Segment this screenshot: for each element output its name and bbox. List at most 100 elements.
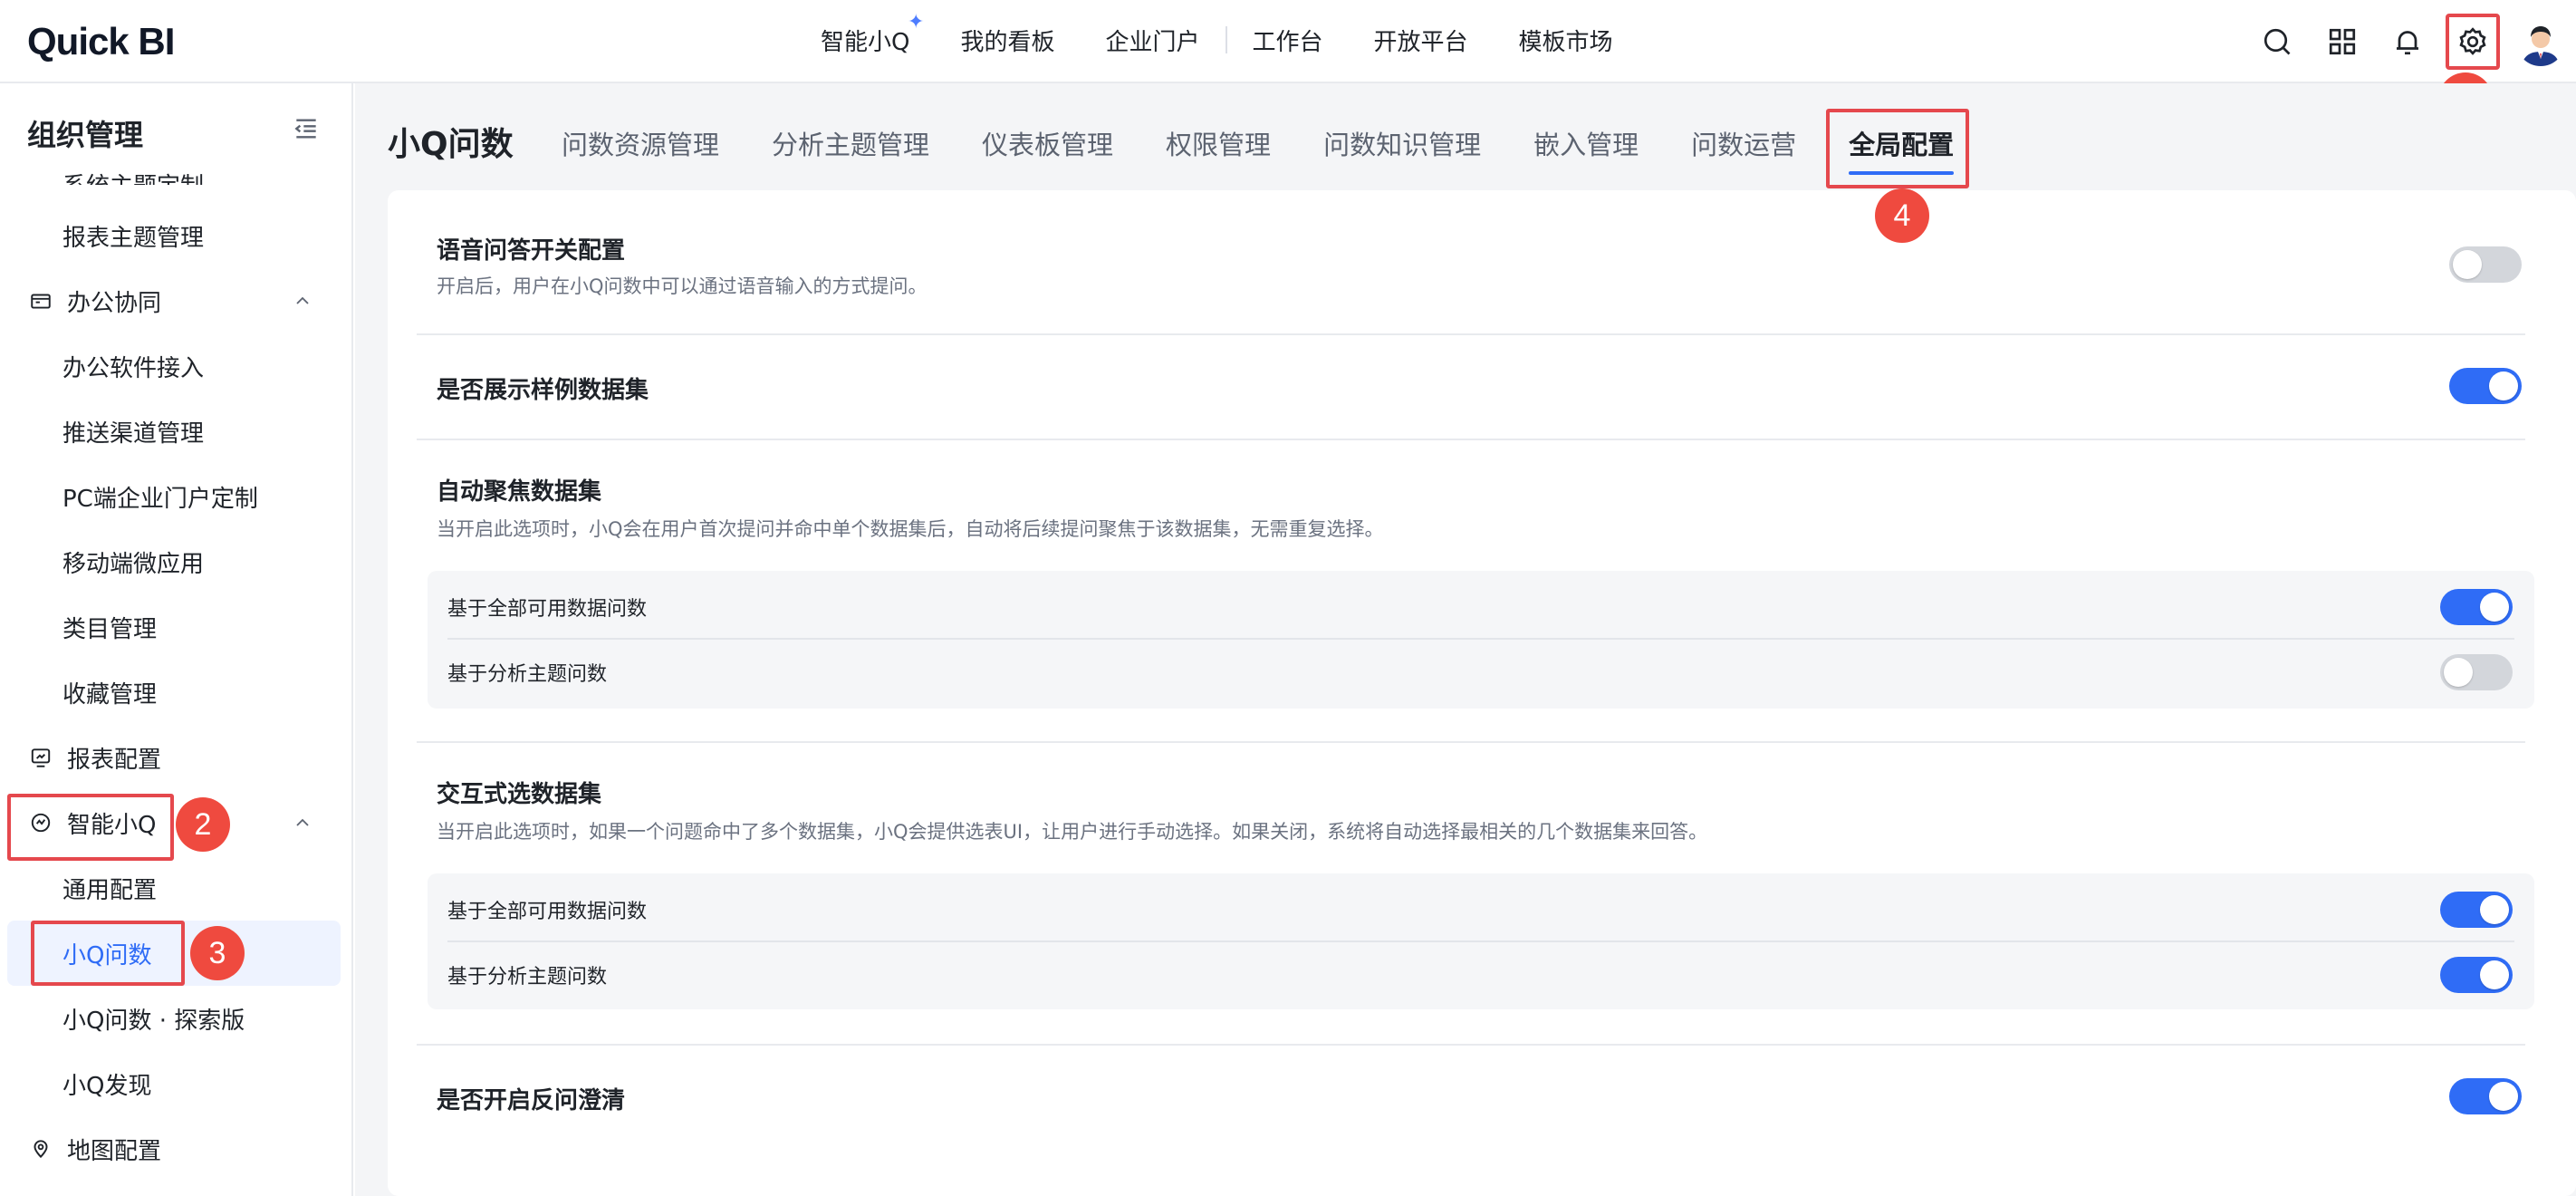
chevron-up-icon[interactable] bbox=[292, 812, 313, 834]
setting-title-auto-focus: 自动聚焦数据集 bbox=[437, 478, 602, 506]
sidebar-item-system-theme[interactable]: 系统主题定制 bbox=[0, 149, 351, 185]
sidebar-item-label: 智能小Q bbox=[67, 811, 157, 839]
page-title: 小Q问数 bbox=[388, 126, 514, 163]
setting-title-sample: 是否展示样例数据集 bbox=[437, 377, 649, 404]
option-label: 基于全部可用数据问数 bbox=[447, 598, 648, 621]
collapse-sidebar-icon[interactable] bbox=[292, 114, 321, 143]
setting-desc-auto-focus: 当开启此选项时，小Q会在用户首次提问并命中单个数据集后，自动将后续提问聚焦于该数… bbox=[437, 518, 1384, 540]
nav-my-dashboards[interactable]: 我的看板 bbox=[960, 24, 1054, 57]
sidebar-group-office[interactable]: 办公协同 bbox=[0, 272, 351, 330]
sidebar: 组织管理 系统主题定制 报表主题管理 办公协同 办公软件接入 推送渠道管理 PC… bbox=[0, 83, 353, 1196]
tab-bar: 问数资源管理 分析主题管理 仪表板管理 权限管理 问数知识管理 嵌入管理 问数运… bbox=[562, 120, 2006, 175]
nav-label: 智能小Q bbox=[821, 28, 910, 56]
sidebar-item-label: 收藏管理 bbox=[62, 680, 158, 709]
assistant-icon bbox=[31, 813, 51, 833]
setting-title-interactive: 交互式选数据集 bbox=[437, 781, 602, 808]
sidebar-item-label: 办公软件接入 bbox=[62, 354, 205, 382]
option-label: 基于分析主题问数 bbox=[447, 966, 608, 989]
sidebar-item-office-software[interactable]: 办公软件接入 bbox=[0, 337, 351, 395]
tab-analysis-topic[interactable]: 分析主题管理 bbox=[772, 124, 929, 162]
auto-focus-all-data-toggle[interactable] bbox=[2440, 589, 2513, 625]
briefcase-icon bbox=[31, 294, 51, 309]
voice-toggle[interactable] bbox=[2449, 246, 2522, 283]
sidebar-item-push-channel[interactable]: 推送渠道管理 bbox=[0, 402, 351, 460]
sparkle-icon: ✦ bbox=[908, 10, 925, 34]
logo[interactable]: Quick BI bbox=[27, 16, 175, 67]
sidebar-item-label: 移动端微应用 bbox=[62, 550, 205, 578]
sidebar-item-xiaoq-discover[interactable]: 小Q发现 bbox=[0, 1055, 351, 1113]
header-actions bbox=[2250, 13, 2565, 71]
divider bbox=[417, 1044, 2525, 1046]
sidebar-item-label: 通用配置 bbox=[62, 876, 158, 904]
report-icon bbox=[31, 748, 51, 767]
nav-open-platform[interactable]: 开放平台 bbox=[1374, 24, 1468, 57]
sidebar-item-label: 类目管理 bbox=[62, 615, 158, 643]
apps-grid-icon[interactable] bbox=[2315, 14, 2369, 69]
setting-title-clarify: 是否开启反问澄清 bbox=[437, 1087, 626, 1114]
clarify-toggle[interactable] bbox=[2449, 1078, 2522, 1114]
sidebar-item-label: 报表配置 bbox=[67, 746, 162, 774]
option-row: 基于全部可用数据问数 bbox=[428, 877, 2534, 942]
option-row: 基于分析主题问数 bbox=[428, 942, 2534, 1008]
tab-global-config[interactable]: 全局配置 bbox=[1849, 124, 1955, 175]
option-row: 基于全部可用数据问数 bbox=[428, 574, 2534, 640]
sidebar-item-label: 报表主题管理 bbox=[62, 224, 205, 252]
sidebar-item-label: 系统主题定制 bbox=[62, 168, 204, 185]
nav-enterprise-portal[interactable]: 企业门户 bbox=[1105, 24, 1199, 57]
auto-focus-topic-toggle[interactable] bbox=[2440, 654, 2513, 690]
tab-resource-management[interactable]: 问数资源管理 bbox=[562, 124, 719, 162]
sample-dataset-toggle[interactable] bbox=[2449, 368, 2522, 404]
annotation-badge-2: 2 bbox=[176, 797, 230, 852]
tab-permission-management[interactable]: 权限管理 bbox=[1166, 124, 1271, 162]
tab-dashboard-management[interactable]: 仪表板管理 bbox=[982, 124, 1113, 162]
chevron-up-icon[interactable] bbox=[292, 290, 313, 312]
tab-operations[interactable]: 问数运营 bbox=[1691, 124, 1796, 162]
nav-smart-q[interactable]: 智能小Q ✦ bbox=[821, 11, 924, 57]
option-row: 基于分析主题问数 bbox=[428, 640, 2534, 705]
sidebar-item-label: 办公协同 bbox=[67, 289, 162, 317]
sidebar-item-xiaoq-wenshu[interactable]: 小Q问数 bbox=[7, 921, 341, 986]
annotation-badge-3: 3 bbox=[190, 926, 245, 980]
auto-focus-options: 基于全部可用数据问数 基于分析主题问数 bbox=[428, 571, 2534, 709]
sidebar-item-xiaoq-explore[interactable]: 小Q问数 · 探索版 bbox=[0, 989, 351, 1047]
top-nav: 智能小Q ✦ 我的看板 企业门户 工作台 开放平台 模板市场 bbox=[821, 0, 1664, 80]
divider bbox=[417, 333, 2525, 335]
tab-knowledge-management[interactable]: 问数知识管理 bbox=[1323, 124, 1481, 162]
settings-card: 语音问答开关配置 开启后，用户在小Q问数中可以通过语音输入的方式提问。 是否展示… bbox=[388, 190, 2576, 1196]
sidebar-item-label: 小Q发现 bbox=[62, 1072, 152, 1100]
interactive-all-data-toggle[interactable] bbox=[2440, 892, 2513, 928]
interactive-options: 基于全部可用数据问数 基于分析主题问数 bbox=[428, 873, 2534, 1009]
sidebar-item-pc-portal[interactable]: PC端企业门户定制 bbox=[0, 468, 351, 526]
sidebar-group-map-config[interactable]: 地图配置 bbox=[0, 1120, 351, 1178]
search-icon[interactable] bbox=[2250, 14, 2304, 69]
nav-template-market[interactable]: 模板市场 bbox=[1519, 24, 1613, 57]
setting-title-voice: 语音问答开关配置 bbox=[437, 237, 626, 265]
sidebar-item-label: 推送渠道管理 bbox=[62, 420, 205, 448]
sidebar-item-category[interactable]: 类目管理 bbox=[0, 598, 351, 656]
option-label: 基于全部可用数据问数 bbox=[447, 901, 648, 923]
divider bbox=[417, 741, 2525, 743]
sidebar-item-general-config[interactable]: 通用配置 bbox=[0, 859, 351, 917]
sidebar-item-label: 小Q问数 · 探索版 bbox=[62, 1007, 245, 1035]
sidebar-item-report-theme[interactable]: 报表主题管理 bbox=[0, 207, 351, 265]
setting-desc-interactive: 当开启此选项时，如果一个问题命中了多个数据集，小Q会提供选表UI，让用户进行手动… bbox=[437, 821, 1708, 843]
annotation-badge-4: 4 bbox=[1875, 188, 1929, 243]
tab-embed-management[interactable]: 嵌入管理 bbox=[1533, 124, 1639, 162]
main-content: 小Q问数 问数资源管理 分析主题管理 仪表板管理 权限管理 问数知识管理 嵌入管… bbox=[355, 83, 2576, 1196]
sidebar-item-label: 小Q问数 bbox=[62, 941, 152, 969]
bell-icon[interactable] bbox=[2380, 14, 2435, 69]
avatar[interactable] bbox=[2516, 17, 2565, 66]
top-header: Quick BI 智能小Q ✦ 我的看板 企业门户 工作台 开放平台 模板市场 bbox=[0, 0, 2576, 83]
interactive-topic-toggle[interactable] bbox=[2440, 957, 2513, 993]
nav-divider bbox=[1225, 26, 1227, 53]
sidebar-item-mobile-app[interactable]: 移动端微应用 bbox=[0, 533, 351, 591]
sidebar-item-label: 地图配置 bbox=[67, 1137, 162, 1165]
setting-desc-voice: 开启后，用户在小Q问数中可以通过语音输入的方式提问。 bbox=[437, 275, 928, 297]
map-pin-icon bbox=[34, 1140, 48, 1159]
nav-workbench[interactable]: 工作台 bbox=[1253, 24, 1323, 57]
sidebar-item-favorites[interactable]: 收藏管理 bbox=[0, 663, 351, 721]
gear-icon[interactable] bbox=[2446, 14, 2500, 70]
option-label: 基于分析主题问数 bbox=[447, 663, 608, 686]
sidebar-group-report-config[interactable]: 报表配置 bbox=[0, 728, 351, 786]
divider bbox=[417, 439, 2525, 440]
